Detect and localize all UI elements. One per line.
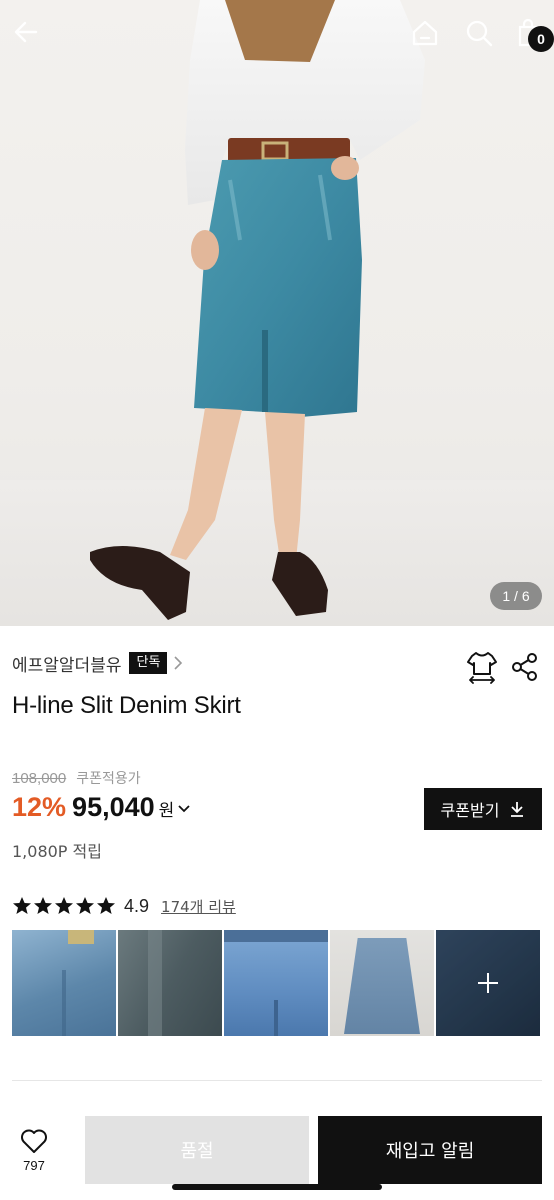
search-icon xyxy=(466,20,493,47)
shirt-size-icon xyxy=(467,652,497,684)
back-button[interactable] xyxy=(8,14,44,50)
price-row[interactable]: 12% 95,040 원 xyxy=(12,792,191,823)
product-image[interactable]: 0 1 / 6 xyxy=(0,0,554,626)
share-icon xyxy=(512,653,537,681)
discount-rate: 12% xyxy=(12,792,67,822)
heart-icon xyxy=(21,1129,47,1153)
star-icon xyxy=(34,897,52,914)
rating-row[interactable]: 4.9 174개 리뷰 xyxy=(12,894,236,918)
home-button[interactable] xyxy=(406,14,444,52)
search-button[interactable] xyxy=(460,14,498,52)
chevron-down-icon[interactable] xyxy=(177,802,191,816)
gallery-pager: 1 / 6 xyxy=(490,582,542,610)
review-count-link[interactable]: 174개 리뷰 xyxy=(161,896,236,917)
star-icon xyxy=(76,897,94,914)
rating-stars xyxy=(12,896,116,916)
sale-price: 95,040 xyxy=(72,792,155,822)
brand-name: 에프알알더블유 xyxy=(12,655,122,676)
download-icon xyxy=(511,802,524,817)
original-price: 108,000 xyxy=(12,769,67,787)
star-icon xyxy=(55,897,73,914)
chevron-right-icon xyxy=(173,653,185,673)
more-review-photos[interactable] xyxy=(436,930,540,1036)
review-photo[interactable] xyxy=(224,930,328,1036)
size-fit-button[interactable] xyxy=(466,650,498,684)
get-coupon-label: 쿠폰받기 xyxy=(440,801,500,820)
exclusive-badge: 단독 xyxy=(129,652,168,674)
arrow-left-icon xyxy=(14,21,38,43)
coupon-price-note: 쿠폰적용가 xyxy=(76,771,141,787)
rating-value: 4.9 xyxy=(124,895,150,916)
section-divider xyxy=(12,1080,542,1081)
get-coupon-button[interactable]: 쿠폰받기 xyxy=(424,788,542,830)
restock-alert-button[interactable]: 재입고 알림 xyxy=(318,1116,542,1184)
like-count: 797 xyxy=(23,1158,45,1173)
reward-points: 1,080P 적립 xyxy=(12,842,102,861)
soldout-button[interactable]: 품절 xyxy=(85,1116,309,1184)
review-photo-strip xyxy=(12,930,542,1036)
review-photo[interactable] xyxy=(330,930,434,1036)
review-photo[interactable] xyxy=(118,930,222,1036)
home-indicator xyxy=(172,1184,382,1190)
like-button[interactable]: 797 xyxy=(12,1128,56,1180)
star-icon xyxy=(13,897,31,914)
currency-unit: 원 xyxy=(158,801,175,821)
product-title: H-line Slit Denim Skirt xyxy=(12,692,241,719)
plus-icon xyxy=(478,973,498,993)
model-photo xyxy=(90,0,425,620)
share-button[interactable] xyxy=(510,652,540,682)
brand-link[interactable]: 에프알알더블유 단독 xyxy=(12,650,185,676)
star-icon xyxy=(97,897,115,914)
original-price-row: 108,000 쿠폰적용가 xyxy=(12,768,141,788)
cart-count-badge: 0 xyxy=(528,26,554,52)
review-photo[interactable] xyxy=(12,930,116,1036)
top-bar: 0 xyxy=(0,0,554,64)
home-icon xyxy=(412,20,438,46)
